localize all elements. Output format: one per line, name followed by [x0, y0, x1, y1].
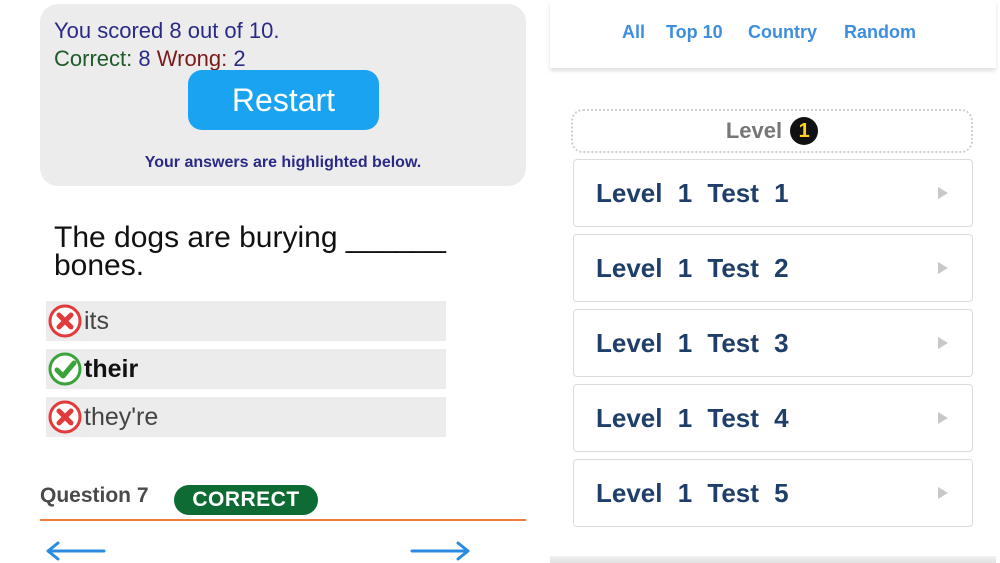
answer-option-theyre[interactable]: they're — [46, 397, 446, 437]
wrong-count: 2 — [233, 46, 246, 71]
test-item-5[interactable]: Level 1 Test 5 — [573, 459, 973, 527]
x-circle-icon — [48, 400, 82, 434]
answer-label: they're — [84, 402, 159, 431]
list-bottom-edge — [550, 556, 996, 563]
check-circle-icon — [48, 352, 82, 386]
test-item-2[interactable]: Level 1 Test 2 — [573, 234, 973, 302]
filter-tabbar: All Top 10 Country Random — [550, 0, 996, 68]
question-text: The dogs are burying ______ bones. — [54, 221, 446, 282]
answers-hint: Your answers are highlighted below. — [144, 154, 422, 171]
tab-top-10[interactable]: Top 10 — [666, 22, 723, 43]
wrong-label: Wrong: — [156, 46, 228, 71]
correct-label: Correct: — [54, 46, 133, 71]
level-header: Level 1 — [571, 109, 973, 153]
level-header-label: Level — [725, 118, 783, 143]
test-label: Level 1 Test 1 — [596, 177, 789, 208]
level-number-badge: 1 — [790, 117, 819, 145]
question-number: Question 7 — [40, 484, 149, 507]
test-label: Level 1 Test 4 — [596, 402, 789, 433]
test-label: Level 1 Test 2 — [596, 252, 789, 283]
score-breakdown: Correct: 8 Wrong: 2 — [54, 46, 246, 72]
test-item-1[interactable]: Level 1 Test 1 — [573, 159, 973, 227]
chevron-right-icon — [938, 187, 948, 199]
restart-button[interactable]: Restart — [188, 70, 379, 130]
answer-option-their[interactable]: their — [46, 349, 446, 389]
answer-label: their — [84, 354, 139, 383]
answer-option-its[interactable]: its — [46, 301, 446, 341]
test-label: Level 1 Test 5 — [596, 477, 789, 508]
divider — [40, 519, 526, 521]
tab-country[interactable]: Country — [748, 22, 817, 43]
result-badge: CORRECT — [174, 485, 318, 515]
score-card: You scored 8 out of 10. Correct: 8 Wrong… — [40, 4, 526, 186]
tab-random[interactable]: Random — [844, 22, 916, 43]
x-circle-icon — [48, 304, 82, 338]
chevron-right-icon — [938, 487, 948, 499]
chevron-right-icon — [938, 262, 948, 274]
chevron-right-icon — [938, 337, 948, 349]
arrow-left-icon[interactable] — [44, 540, 106, 562]
test-item-3[interactable]: Level 1 Test 3 — [573, 309, 973, 377]
chevron-right-icon — [938, 412, 948, 424]
score-summary: You scored 8 out of 10. — [54, 18, 280, 43]
tab-all[interactable]: All — [622, 22, 645, 43]
correct-count: 8 — [138, 46, 151, 71]
test-item-4[interactable]: Level 1 Test 4 — [573, 384, 973, 452]
test-label: Level 1 Test 3 — [596, 327, 789, 358]
arrow-right-icon[interactable] — [410, 540, 472, 562]
answer-label: its — [84, 306, 109, 335]
